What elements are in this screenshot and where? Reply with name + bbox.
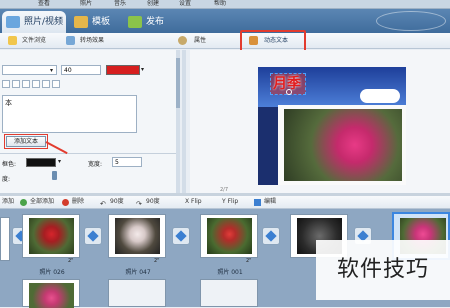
rotate-right-button[interactable]: 90度 [146,197,160,207]
function-toolbar: 文件浏览 转场效果 属性 动态文本 [0,33,450,49]
align-center-button[interactable] [42,80,50,88]
delete-icon [62,199,69,206]
cloud [360,89,400,103]
move-handle-icon[interactable] [286,89,292,95]
rose-thumbnail [207,218,252,254]
underline-button[interactable] [22,80,30,88]
photo-thumb-026[interactable] [22,214,80,258]
format-buttons [2,80,62,89]
thumb-caption: 照片 026 [39,269,65,276]
edit-button[interactable]: 编辑 [264,197,276,207]
empty-slot[interactable] [200,279,258,307]
tab-label: 发布 [146,17,165,27]
empty-slot[interactable] [108,279,166,307]
font-select[interactable] [2,65,57,75]
chevron-down-icon[interactable]: ▾ [141,66,144,73]
thumb-caption: 照片 001 [217,269,243,276]
tab-photo-video[interactable]: 照片/视频 [2,11,66,33]
angle-label: 度: [2,176,11,183]
stroke-color-swatch[interactable] [26,158,56,167]
storyboard-toolbar: 添加 全部添加 删除 ↶ 90度 ↷ 90度 X Flip Y Flip 编辑 [0,196,450,209]
tab-label: 照片/视频 [24,17,64,27]
italic-button[interactable] [12,80,20,88]
divider [0,153,180,154]
duration-label: 2" [154,258,160,264]
highlight-box [240,30,306,52]
swirl-decoration [376,11,446,31]
menu-create[interactable]: 创建 [147,0,159,8]
align-left-button[interactable] [32,80,40,88]
xflip-button[interactable]: X Flip [185,197,202,207]
menu-settings[interactable]: 设置 [179,0,191,8]
add-text-highlight [4,134,48,149]
menu-bar: 查看 照片 音乐 创建 设置 帮助 [0,0,450,9]
duration-label: 2" [68,258,74,264]
font-size-field[interactable] [61,65,101,75]
add-all-button[interactable]: 全部添加 [30,197,54,207]
properties-icon [178,36,187,45]
text-settings-panel: ▾ ▾ 本 添加文本 框色: ▾ 宽度: 度: [0,50,180,193]
properties-button[interactable]: 属性 [194,36,206,46]
transition-icon [66,36,75,45]
rose-thumbnail [29,283,74,308]
menu-music[interactable]: 音乐 [114,0,126,8]
text-content: 本 [5,99,12,107]
delete-button[interactable]: 删除 [72,197,84,207]
add-button[interactable]: 添加 [2,197,14,207]
text-color-swatch[interactable] [106,65,140,75]
tab-label: 模板 [92,17,111,27]
stroke-width-label: 宽度: [88,161,103,168]
chevron-down-icon[interactable]: ▾ [58,158,61,165]
publish-icon [128,16,142,28]
tab-template[interactable]: 模板 [70,11,122,33]
folder-icon [8,36,17,45]
thumb-partial-left[interactable] [0,217,10,261]
slide-preview: 月季 [258,67,406,185]
align-right-button[interactable] [52,80,60,88]
menu-help[interactable]: 帮助 [214,0,226,8]
transition-icon[interactable] [84,227,102,245]
menu-photo[interactable]: 照片 [80,0,92,8]
menu-view[interactable]: 查看 [38,0,50,8]
thumb-caption: 照片 047 [125,269,151,276]
photo-thumb-row2[interactable] [22,279,80,308]
photo-thumb-001[interactable] [200,214,258,258]
stroke-width-field[interactable] [112,157,142,167]
stroke-color-label: 框色: [2,161,17,168]
transition-button[interactable]: 转场效果 [80,36,104,46]
left-scrollbar-thumb[interactable] [176,58,180,108]
rose-photo [284,109,402,181]
rose-thumbnail [115,218,160,254]
bold-button[interactable] [2,80,10,88]
preview-scrollbar[interactable] [182,50,186,193]
watermark: 软件技巧 [316,240,450,300]
transition-icon[interactable] [172,227,190,245]
add-all-icon [20,199,27,206]
browse-button[interactable]: 文件浏览 [22,36,46,46]
slider-handle[interactable] [52,171,57,180]
chevron-down-icon[interactable]: ▾ [50,67,53,74]
transition-icon[interactable] [262,227,280,245]
duration-label: 2" [246,258,252,264]
yflip-button[interactable]: Y Flip [222,197,238,207]
main-tab-bar: 照片/视频 模板 发布 [0,9,450,33]
rose-thumbnail [29,218,74,254]
edit-icon [254,199,261,206]
rotate-right-icon: ↷ [136,200,142,208]
photo-thumb-047[interactable] [108,214,166,258]
template-icon [74,16,88,28]
text-input-area[interactable]: 本 [2,95,137,133]
photo-icon [6,16,20,28]
tab-publish[interactable]: 发布 [124,11,176,33]
rotate-left-icon: ↶ [100,200,106,208]
rotate-left-button[interactable]: 90度 [110,197,124,207]
